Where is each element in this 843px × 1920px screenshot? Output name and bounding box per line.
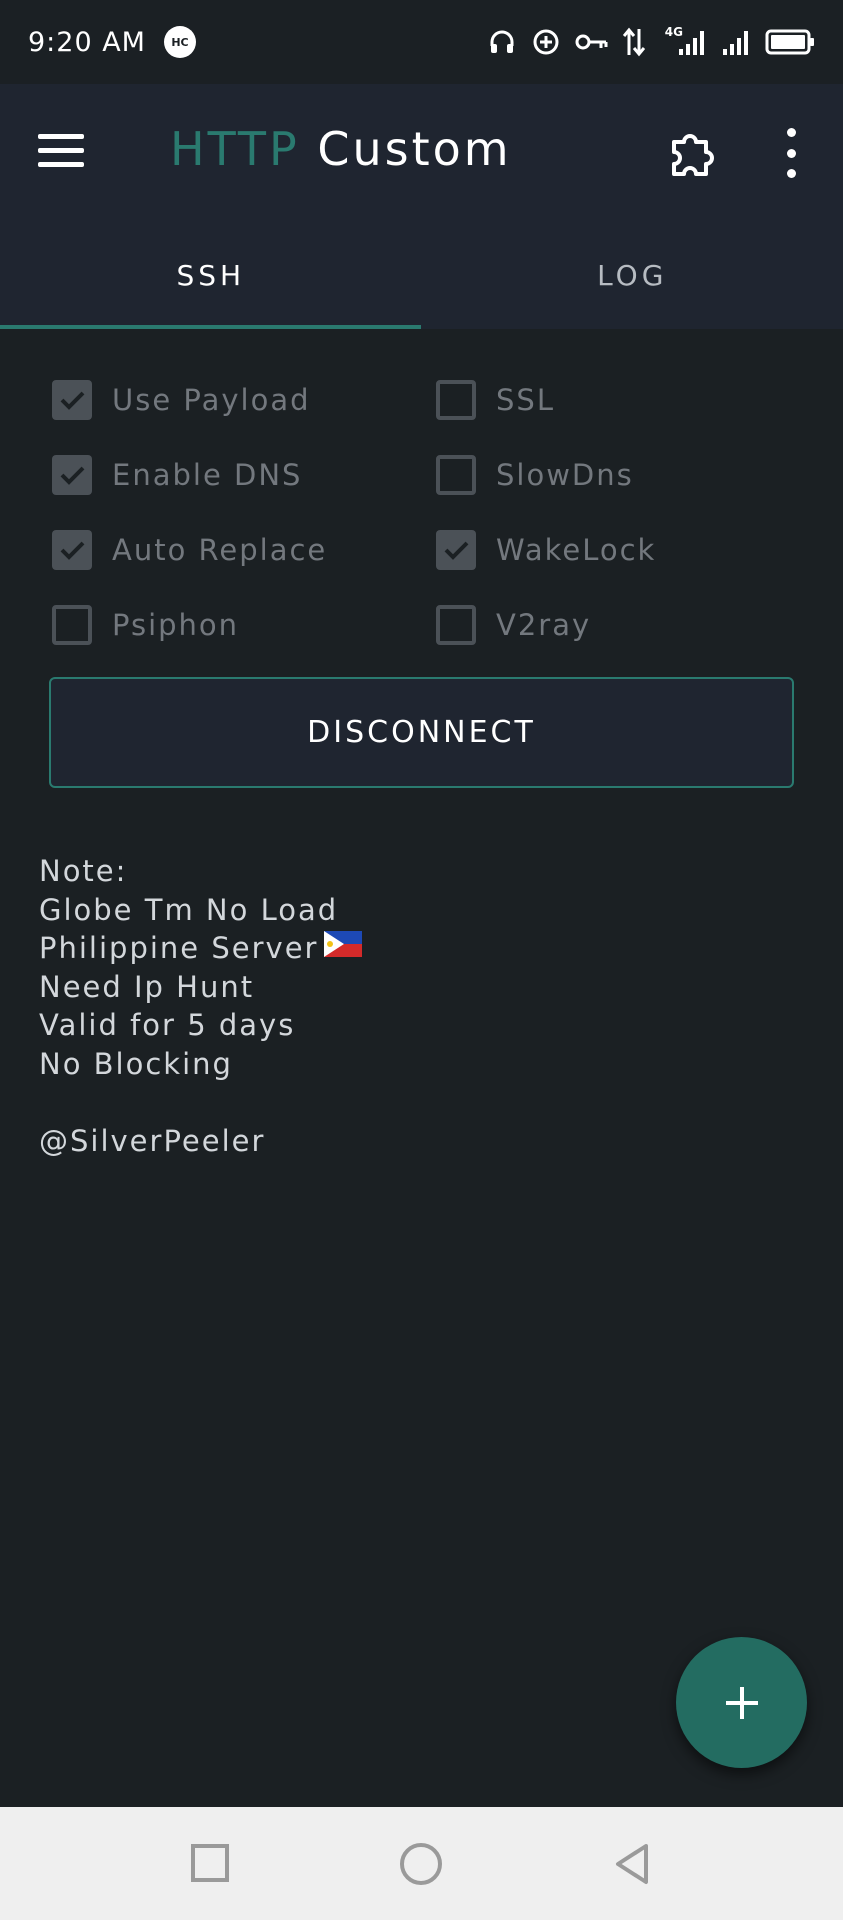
option-label: WakeLock xyxy=(496,533,657,567)
note-line: Philippine Server xyxy=(39,931,319,965)
note-line-server: Philippine Server xyxy=(39,928,363,968)
disconnect-button[interactable]: DISCONNECT xyxy=(49,677,794,788)
headset-icon xyxy=(487,27,517,57)
note-line: No Blocking xyxy=(39,1046,233,1081)
option-label: Psiphon xyxy=(112,608,240,642)
signal-icon: 4G xyxy=(659,25,707,57)
option-label: Use Payload xyxy=(112,383,311,417)
options-grid: Use Payload SSL Enable DNS SlowDns Auto … xyxy=(52,380,812,645)
checkbox-checked[interactable] xyxy=(52,530,92,570)
checkbox-checked[interactable] xyxy=(52,455,92,495)
checkbox-checked[interactable] xyxy=(52,380,92,420)
puzzle-icon[interactable] xyxy=(664,126,720,182)
signal-icon-2 xyxy=(721,27,751,57)
note-line: Need Ip Hunt xyxy=(39,969,255,1004)
hamburger-menu-icon[interactable] xyxy=(38,134,88,174)
status-bar-left: 9:20 AM HC xyxy=(28,26,196,58)
system-navigation-bar xyxy=(0,1807,843,1920)
checkbox-unchecked[interactable] xyxy=(436,380,476,420)
tab-ssh[interactable]: SSH xyxy=(0,221,422,329)
add-fab-button[interactable] xyxy=(676,1637,807,1768)
app-title-http: HTTP xyxy=(170,122,300,176)
home-circle-icon[interactable] xyxy=(398,1841,444,1887)
option-label: SSL xyxy=(496,383,555,417)
tab-bar: SSH LOG xyxy=(0,221,843,329)
status-bar-right: 4G xyxy=(487,25,815,57)
option-v2ray[interactable]: V2ray xyxy=(436,605,820,645)
note-text: Note: Globe Tm No Load Philippine Server… xyxy=(39,852,363,1160)
tab-log[interactable]: LOG xyxy=(422,221,843,329)
data-arrows-icon xyxy=(622,27,645,57)
more-vertical-icon[interactable] xyxy=(776,128,806,178)
option-auto-replace[interactable]: Auto Replace xyxy=(52,530,436,570)
checkbox-unchecked[interactable] xyxy=(436,605,476,645)
network-type: 4G xyxy=(664,25,683,39)
checkbox-checked[interactable] xyxy=(436,530,476,570)
note-line-handle: @SilverPeeler xyxy=(39,1123,266,1158)
note-line-blank xyxy=(39,1083,362,1122)
option-wakelock[interactable]: WakeLock xyxy=(436,530,820,570)
philippine-flag-icon xyxy=(324,928,363,967)
checkbox-unchecked[interactable] xyxy=(436,455,476,495)
option-ssl[interactable]: SSL xyxy=(436,380,820,420)
option-use-payload[interactable]: Use Payload xyxy=(52,380,436,420)
option-label: V2ray xyxy=(496,608,592,642)
app-title-custom: Custom xyxy=(317,122,512,176)
option-psiphon[interactable]: Psiphon xyxy=(52,605,436,645)
option-label: Enable DNS xyxy=(112,458,303,492)
status-time: 9:20 AM xyxy=(28,26,146,58)
note-line: Globe Tm No Load xyxy=(39,892,339,927)
checkbox-unchecked[interactable] xyxy=(52,605,92,645)
tab-indicator xyxy=(0,325,421,329)
recents-square-icon[interactable] xyxy=(188,1841,234,1887)
note-line: Valid for 5 days xyxy=(39,1008,296,1042)
battery-icon xyxy=(765,28,815,56)
back-triangle-icon[interactable] xyxy=(610,1841,656,1887)
data-saver-icon xyxy=(531,27,561,57)
option-label: SlowDns xyxy=(496,458,634,492)
note-line: Note: xyxy=(39,854,128,888)
plus-icon xyxy=(725,1686,758,1719)
option-enable-dns[interactable]: Enable DNS xyxy=(52,455,436,495)
status-bar: 9:20 AM HC 4G xyxy=(0,0,843,84)
app-toolbar: HTTP Custom xyxy=(0,84,843,221)
app-title: HTTP Custom xyxy=(170,122,512,176)
hc-badge-icon: HC xyxy=(163,26,196,58)
option-label: Auto Replace xyxy=(112,533,328,567)
option-slowdns[interactable]: SlowDns xyxy=(436,455,820,495)
vpn-key-icon xyxy=(575,31,609,53)
